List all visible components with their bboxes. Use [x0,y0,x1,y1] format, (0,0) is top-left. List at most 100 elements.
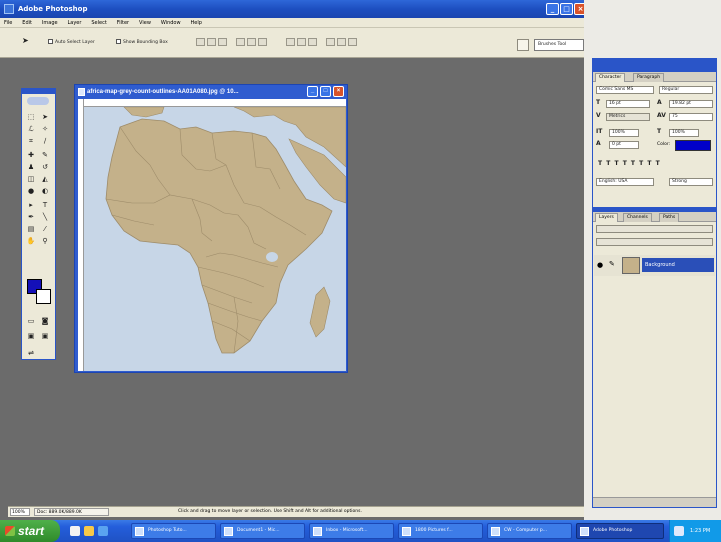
quick-launch-icon[interactable] [70,526,80,536]
standard-mode-icon[interactable]: ▭ [25,316,37,326]
hand-tool-icon[interactable]: ✋ [25,236,37,246]
visibility-eye-icon[interactable]: ● [597,261,605,269]
distribute-bottom-icon[interactable] [308,38,317,46]
crop-tool-icon[interactable]: ⌗ [25,136,37,146]
shape-tool-icon[interactable]: ╲ [39,212,51,222]
background-color-swatch[interactable] [36,289,51,304]
tab-paragraph[interactable]: Paragraph [633,73,665,82]
pen-tool-icon[interactable]: ✒ [25,212,37,222]
distribute-center-icon[interactable] [337,38,346,46]
menu-file[interactable]: File [0,18,16,28]
distribute-right-icon[interactable] [348,38,357,46]
align-right-icon[interactable] [258,38,267,46]
tab-paths[interactable]: Paths [659,213,680,222]
notes-tool-icon[interactable]: ▤ [25,224,37,234]
minimize-button[interactable]: _ [546,3,559,15]
font-size-field[interactable]: 16 pt [606,100,650,108]
distribute-left-icon[interactable] [326,38,335,46]
menu-help[interactable]: Help [186,18,205,28]
horizontal-scale-field[interactable]: 100% [669,129,699,137]
slice-tool-icon[interactable]: ∕ [39,136,51,146]
tracking-field[interactable]: 75 [669,113,713,121]
doc-minimize-button[interactable]: _ [307,86,318,97]
path-selection-icon[interactable]: ▸ [25,200,37,210]
move-tool-icon[interactable]: ➤ [22,36,29,45]
task-adobe-photoshop[interactable]: Adobe Photoshop [576,523,664,539]
menu-filter[interactable]: Filter [113,18,133,28]
leading-field[interactable]: 19.82 pt [669,100,713,108]
tab-channels[interactable]: Channels [623,213,652,222]
task-document1[interactable]: Document1 - Mic... [220,523,305,539]
menu-window[interactable]: Window [157,18,185,28]
document-title-bar[interactable]: africa-map-grey-count-outlines-AA01A080.… [75,85,347,99]
tab-layers[interactable]: Layers [595,213,618,222]
eraser-tool-icon[interactable]: ◫ [25,174,37,184]
tray-icon[interactable] [674,526,684,536]
magic-wand-icon[interactable]: ✧ [39,124,51,134]
lasso-tool-icon[interactable]: ℒ [25,124,37,134]
task-photoshop-tuto[interactable]: Photoshop Tuto... [131,523,216,539]
task-cw-computer[interactable]: CW - Computer p... [487,523,572,539]
menu-image[interactable]: Image [38,18,62,28]
auto-select-checkbox[interactable]: Auto Select Layer [48,39,95,45]
align-bottom-icon[interactable] [218,38,227,46]
tab-character[interactable]: Character [595,73,626,82]
explorer-icon[interactable] [84,526,94,536]
doc-size[interactable]: Doc: 889.0K/889.0K [34,508,109,516]
type-tool-icon[interactable]: T [39,200,51,210]
distribute-middle-icon[interactable] [297,38,306,46]
task-inbox[interactable]: Inbox - Microsoft... [309,523,394,539]
kerning-field[interactable]: Metrics [606,113,650,121]
align-center-icon[interactable] [247,38,256,46]
move-tool-icon[interactable]: ➤ [39,112,51,122]
align-top-icon[interactable] [196,38,205,46]
blend-mode-row[interactable] [596,225,713,233]
gradient-tool-icon[interactable]: ◭ [39,174,51,184]
antialias-select[interactable]: Strong [669,178,713,186]
font-family-select[interactable]: Comic Sans MS [596,86,654,94]
vertical-scale-field[interactable]: 100% [609,129,639,137]
palette-well-icon[interactable] [517,39,529,51]
layer-row-background[interactable]: ● ✎ Background [594,255,715,276]
bounding-box-checkbox[interactable]: Show Bounding Box [116,39,168,45]
eyedropper-icon[interactable]: ⁄ [39,224,51,234]
baseline-shift-field[interactable]: 0 pt [609,141,639,149]
text-style-buttons[interactable]: TTTTTTTT [598,160,664,167]
align-middle-icon[interactable] [207,38,216,46]
image-canvas[interactable] [84,107,346,371]
screen-mode-full-icon[interactable]: ▣ [39,331,51,341]
vertical-scale-icon: IT [596,128,603,135]
clone-stamp-icon[interactable]: ♟ [25,162,37,172]
palette-title-bar[interactable] [592,58,717,68]
blur-tool-icon[interactable]: ● [25,186,37,196]
menu-select[interactable]: Select [87,18,110,28]
menu-edit[interactable]: Edit [18,18,36,28]
font-style-select[interactable]: Regular [659,86,713,94]
task-1800-pictures[interactable]: 1800 Pictures f... [398,523,483,539]
distribute-top-icon[interactable] [286,38,295,46]
healing-brush-icon[interactable]: ✚ [25,150,37,160]
brush-tool-icon[interactable]: ✎ [39,150,51,160]
menu-layer[interactable]: Layer [64,18,86,28]
zoom-field[interactable]: 100% [10,508,30,516]
quick-mask-icon[interactable]: ◙ [39,316,51,326]
marquee-tool-icon[interactable]: ⬚ [25,112,37,122]
menu-view[interactable]: View [135,18,155,28]
language-select[interactable]: English: USA [596,178,654,186]
history-brush-icon[interactable]: ↺ [39,162,51,172]
start-button[interactable]: start [0,520,60,542]
adobe-online-icon[interactable] [27,97,49,105]
align-left-icon[interactable] [236,38,245,46]
ie-icon[interactable] [98,526,108,536]
screen-mode-standard-icon[interactable]: ▣ [25,331,37,341]
dodge-tool-icon[interactable]: ◐ [39,186,51,196]
lock-row[interactable] [596,238,713,246]
text-color-swatch[interactable] [675,140,711,151]
maximize-button[interactable]: □ [560,3,573,15]
workspace-dropdown[interactable]: Brushes Tool [534,39,584,51]
zoom-tool-icon[interactable]: ⚲ [39,236,51,246]
doc-maximize-button[interactable]: □ [320,86,331,97]
jump-to-imageready-icon[interactable]: ⇌ [25,348,37,358]
doc-close-button[interactable]: × [333,86,344,97]
brush-link-icon[interactable]: ✎ [609,260,615,268]
